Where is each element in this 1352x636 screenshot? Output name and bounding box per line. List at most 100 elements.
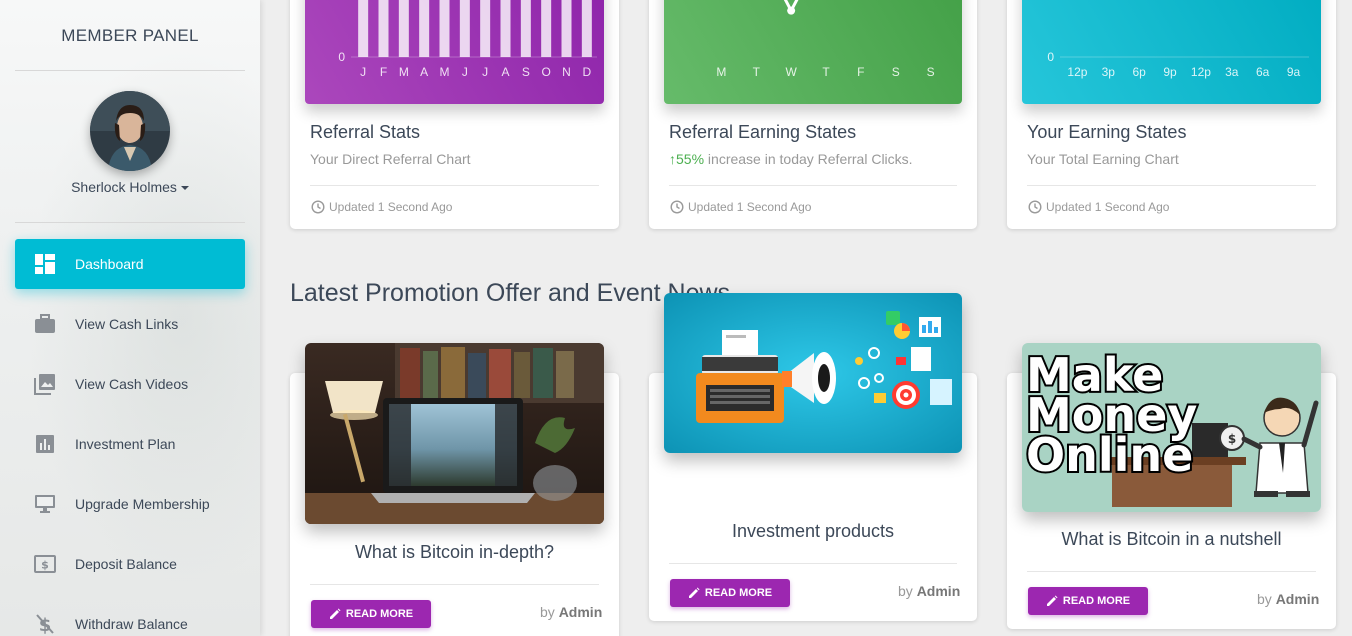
monitor-icon: [33, 492, 57, 516]
sidebar-item-label: Withdraw Balance: [75, 616, 188, 632]
sidebar: MEMBER PANEL Sherlock Holmes Dashboard V…: [0, 0, 260, 636]
byline-prefix: by: [1257, 591, 1272, 607]
author[interactable]: Admin: [559, 604, 603, 620]
sidebar-item-label: View Cash Links: [75, 316, 179, 332]
x-tick-label: J: [360, 65, 366, 79]
card-title: Referral Stats: [310, 122, 421, 142]
author[interactable]: Admin: [1276, 591, 1320, 607]
dollar-box-icon: $: [33, 552, 57, 576]
promo-title[interactable]: What is Bitcoin in-depth?: [305, 542, 604, 563]
briefcase-icon: [33, 312, 57, 336]
divider: [310, 584, 599, 585]
read-more-label: READ MORE: [704, 587, 773, 599]
svg-text:$: $: [1228, 432, 1236, 446]
divider: [1027, 185, 1316, 186]
referral-earning-chart: 1020MTWTFSS: [664, 0, 962, 104]
caret-down-icon: [180, 186, 189, 191]
promo-title[interactable]: What is Bitcoin in a nutshell: [1022, 529, 1321, 550]
bar: [581, 0, 592, 57]
bar: [480, 0, 491, 57]
x-tick-label: S: [927, 65, 935, 79]
divider: [1027, 571, 1316, 572]
image-text-line: Online: [1026, 428, 1193, 482]
bar: [398, 0, 409, 57]
x-tick-label: A: [420, 65, 428, 79]
x-tick-label: M: [399, 65, 409, 79]
bar: [358, 0, 369, 58]
x-tick-label: S: [892, 65, 900, 79]
promo-image-marketing[interactable]: [664, 293, 962, 453]
x-tick-label: D: [582, 65, 591, 79]
x-tick-label: 9p: [1163, 65, 1177, 79]
bar: [419, 0, 430, 57]
sidebar-item-deposit-balance[interactable]: $ Deposit Balance: [15, 539, 245, 589]
clock-icon: [1028, 200, 1042, 214]
card-footer: Updated 1 Second Ago: [311, 200, 452, 214]
divider: [15, 70, 245, 71]
y-tick-label: 0: [1047, 50, 1054, 64]
read-more-button[interactable]: READ MORE: [1028, 587, 1148, 615]
pencil-icon: [688, 587, 700, 598]
bar: [378, 0, 389, 58]
x-tick-label: A: [501, 65, 509, 79]
promo-title[interactable]: Investment products: [664, 521, 962, 542]
bar: [520, 0, 531, 57]
read-more-label: READ MORE: [345, 608, 414, 620]
x-tick-label: 6p: [1133, 65, 1147, 79]
byline: by Admin: [540, 604, 602, 620]
sidebar-item-label: Upgrade Membership: [75, 496, 210, 512]
updated-text: Updated 1 Second Ago: [688, 200, 812, 214]
byline-prefix: by: [540, 604, 555, 620]
bar: [500, 0, 511, 57]
promo-image-laptop[interactable]: [305, 343, 604, 524]
data-point: [787, 6, 796, 15]
author[interactable]: Admin: [917, 583, 961, 599]
sidebar-item-dashboard[interactable]: Dashboard: [15, 239, 245, 289]
clock-icon: [670, 200, 684, 214]
user-name: Sherlock Holmes: [71, 179, 177, 195]
byline-prefix: by: [898, 583, 913, 599]
sidebar-item-view-cash-links[interactable]: View Cash Links: [15, 299, 245, 349]
sidebar-item-label: View Cash Videos: [75, 376, 189, 392]
user-name-toggle[interactable]: Sherlock Holmes: [0, 179, 260, 195]
pencil-icon: [1046, 595, 1058, 606]
referral-earning-line-chart: 1020MTWTFSS: [716, 0, 935, 79]
sidebar-item-investment-plan[interactable]: Investment Plan: [15, 419, 245, 469]
x-tick-label: 12p: [1067, 65, 1087, 79]
divider: [310, 185, 599, 186]
divider: [669, 563, 957, 564]
photo-library-icon: [33, 372, 57, 396]
card-category: Your Direct Referral Chart: [310, 151, 471, 167]
x-tick-label: F: [857, 65, 864, 79]
sidebar-item-withdraw-balance[interactable]: $ Withdraw Balance: [15, 599, 245, 636]
byline: by Admin: [898, 583, 960, 599]
x-tick-label: 9a: [1287, 65, 1301, 79]
x-tick-label: F: [380, 65, 387, 79]
clock-icon: [311, 200, 325, 214]
sidebar-item-view-cash-videos[interactable]: View Cash Videos: [15, 359, 245, 409]
card-title: Referral Earning States: [669, 122, 857, 142]
promo-image-make-money[interactable]: $ Make Money Online: [1022, 343, 1321, 512]
read-more-button[interactable]: READ MORE: [311, 600, 431, 628]
x-tick-label: J: [462, 65, 468, 79]
avatar[interactable]: [90, 91, 170, 171]
x-tick-label: N: [562, 65, 571, 79]
sidebar-item-label: Deposit Balance: [75, 556, 177, 572]
sidebar-item-upgrade-membership[interactable]: Upgrade Membership: [15, 479, 245, 529]
series-line: [783, 0, 799, 14]
read-more-button[interactable]: READ MORE: [670, 579, 790, 607]
card-title: Your Earning States: [1027, 122, 1187, 142]
y-tick-label: 0: [338, 50, 345, 64]
x-tick-label: M: [440, 65, 450, 79]
x-tick-label: T: [822, 65, 830, 79]
x-tick-label: 3a: [1225, 65, 1239, 79]
x-tick-label: 12p: [1191, 65, 1211, 79]
increase-percent: 55%: [676, 151, 705, 167]
card-footer: Updated 1 Second Ago: [670, 200, 811, 214]
x-tick-label: S: [522, 65, 530, 79]
x-tick-label: O: [541, 65, 550, 79]
read-more-label: READ MORE: [1062, 595, 1131, 607]
updated-text: Updated 1 Second Ago: [1046, 200, 1170, 214]
x-tick-label: J: [482, 65, 488, 79]
earning-chart: 020040012p3p6p9p12p3a6a9a: [1022, 0, 1321, 104]
